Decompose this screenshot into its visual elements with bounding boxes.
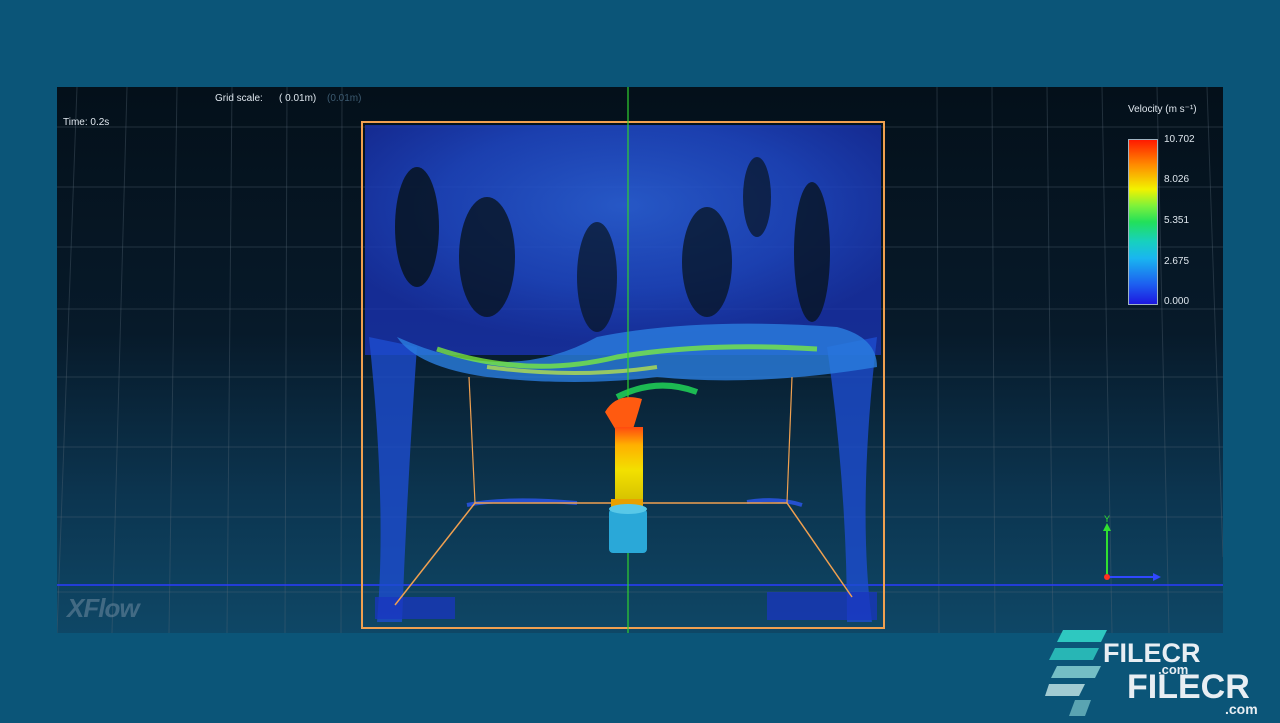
filecr-watermark: FILECR .com FILECR .com: [1045, 628, 1275, 718]
3d-viewport[interactable]: Y Grid scale: ( 0.01m) (0.01m) Time: 0.2…: [57, 87, 1223, 633]
grid-scale-value: ( 0.01m): [279, 93, 317, 104]
axis-triad: [1103, 523, 1161, 581]
colorbar-tick-2: 5.351: [1164, 215, 1190, 226]
colorbar-tick-max: 10.702: [1164, 134, 1195, 145]
time-readout: Time: 0.2s: [63, 117, 110, 128]
xflow-logo: XFlow: [67, 593, 140, 623]
nozzle-jet: [605, 397, 647, 553]
colorbar-tick-3: 2.675: [1164, 256, 1190, 267]
colorbar-tick-1: 8.026: [1164, 174, 1190, 185]
colorbar-tick-min: 0.000: [1164, 296, 1190, 307]
watermark-suffix-2: .com: [1225, 701, 1258, 717]
grid-scale-ghost-value: (0.01m): [327, 93, 362, 104]
velocity-legend-title: Velocity (m s⁻¹): [1128, 104, 1197, 115]
simulation-scene: Y: [57, 87, 1223, 633]
grid-scale-label: Grid scale:: [215, 93, 263, 104]
velocity-colorbar: [1128, 139, 1158, 305]
axis-y-label: Y: [1104, 514, 1110, 524]
